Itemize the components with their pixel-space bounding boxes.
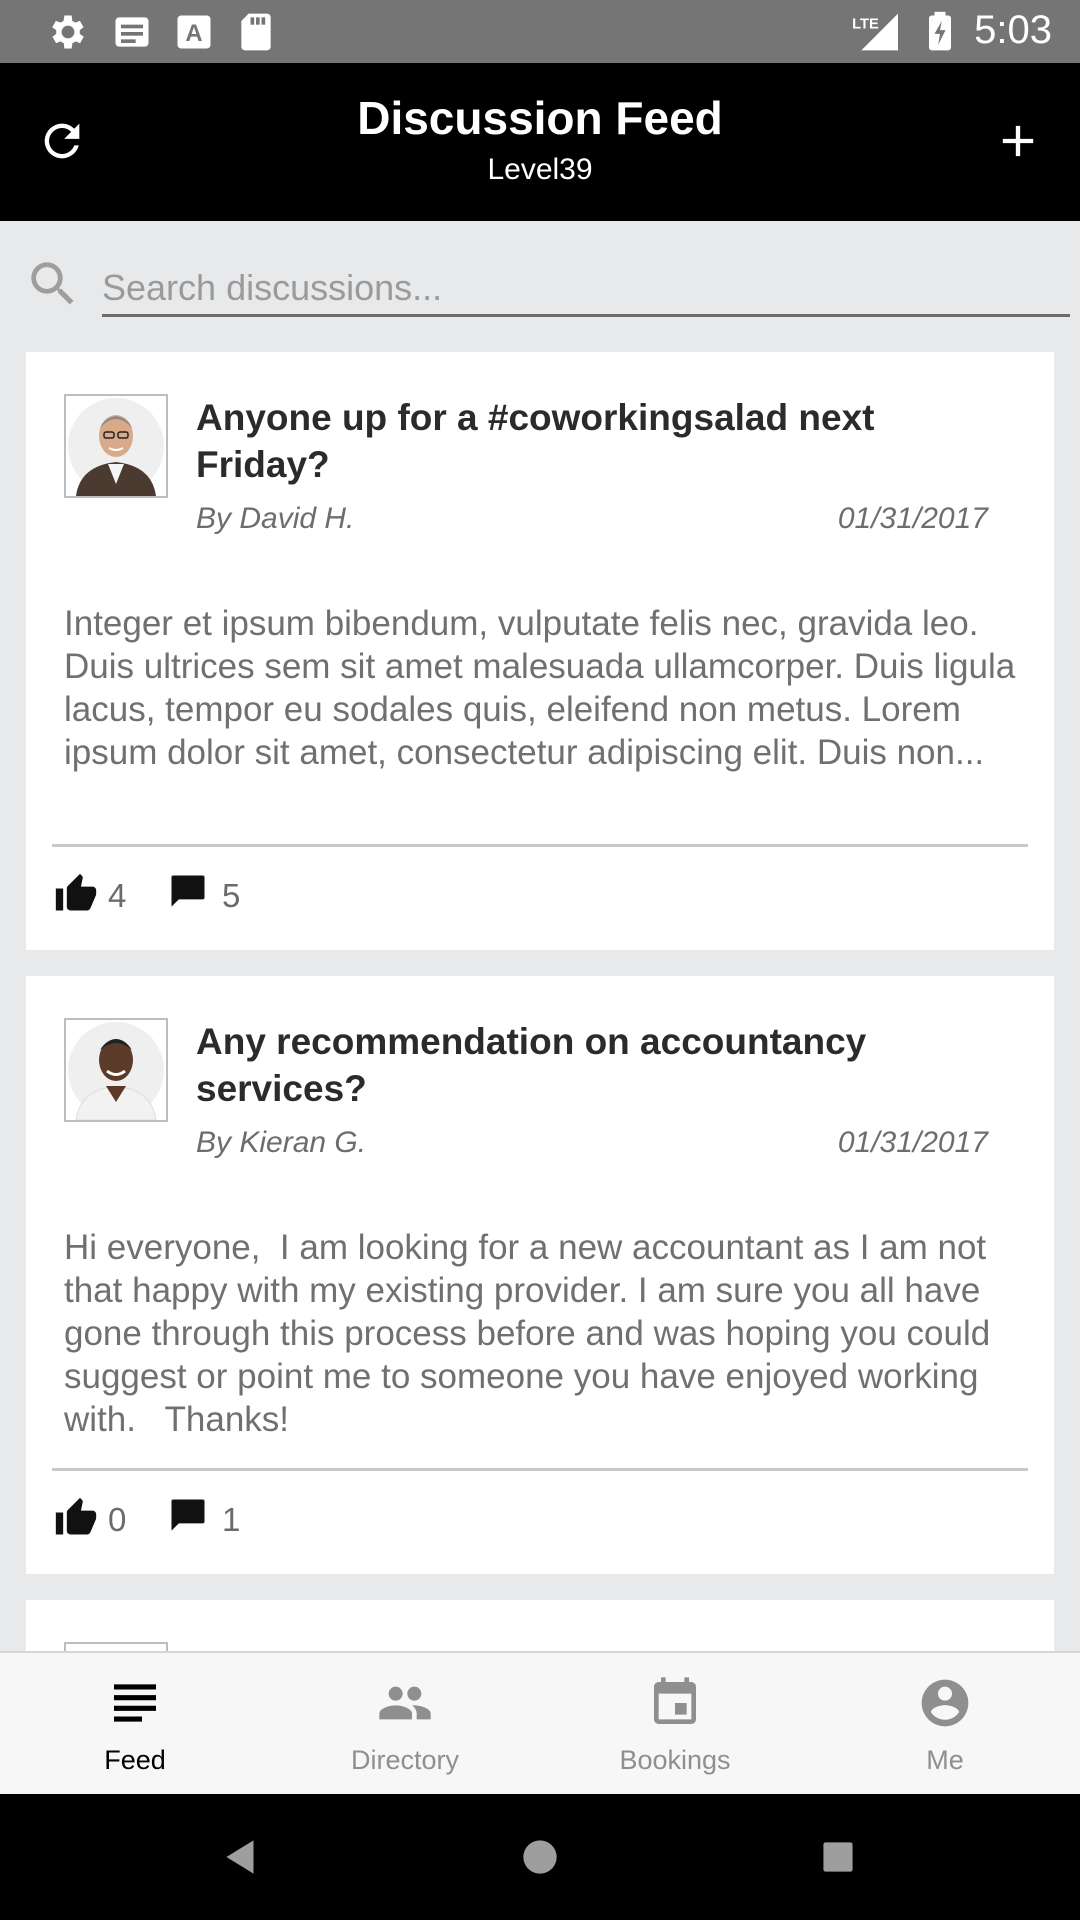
like-count: 0 — [108, 1501, 127, 1538]
svg-text:LTE: LTE — [852, 16, 879, 32]
page-subtitle: Level39 — [487, 153, 593, 186]
battery-charging-icon — [929, 11, 951, 51]
people-icon — [379, 1686, 431, 1720]
avatar[interactable] — [64, 394, 168, 498]
card-divider — [52, 844, 1028, 847]
search-input[interactable] — [102, 262, 1070, 317]
feed-icon — [114, 1684, 156, 1722]
nav-label: Directory — [350, 1745, 459, 1775]
avatar[interactable] — [64, 1018, 168, 1122]
post-title[interactable]: Anyone up for a #coworkingsalad next Fri… — [196, 394, 996, 488]
settings-icon — [52, 15, 84, 49]
post-date: 01/31/2017 — [837, 502, 988, 535]
post-card[interactable]: Any recommendation on accountancy servic… — [26, 976, 1054, 1574]
svg-text:A: A — [185, 20, 202, 47]
page-title: Discussion Feed — [357, 92, 723, 144]
account-icon — [921, 1679, 969, 1727]
post-author: By Kieran G. — [196, 1126, 367, 1159]
back-icon[interactable] — [216, 1832, 266, 1882]
comment-icon[interactable] — [166, 870, 210, 914]
bottom-nav: Feed Directory Bookings Me — [0, 1651, 1080, 1796]
nav-item-directory[interactable]: Directory — [270, 1653, 540, 1796]
nav-item-bookings[interactable]: Bookings — [540, 1653, 810, 1796]
status-bar: A LTE 5:03 — [0, 0, 1080, 63]
home-icon[interactable] — [515, 1832, 565, 1882]
search-icon — [31, 262, 74, 305]
app-bar: Discussion Feed Level39 — [0, 63, 1080, 221]
thumb-up-icon[interactable] — [54, 1496, 98, 1540]
nav-label: Feed — [104, 1745, 166, 1775]
card-divider — [52, 1468, 1028, 1471]
nav-item-me[interactable]: Me — [810, 1653, 1080, 1796]
text-a-icon: A — [177, 15, 211, 49]
sd-card-icon — [241, 13, 271, 51]
post-author: By David H. — [196, 502, 355, 535]
post-card[interactable]: Anyone up for a #coworkingsalad next Fri… — [26, 352, 1054, 950]
post-body: Hi everyone, I am looking for a new acco… — [64, 1228, 1000, 1439]
system-nav-bar — [0, 1794, 1080, 1920]
comment-count: 5 — [222, 877, 241, 914]
recents-icon[interactable] — [813, 1832, 863, 1882]
calendar-icon — [654, 1677, 696, 1724]
like-count: 4 — [108, 877, 127, 914]
post-body: Integer et ipsum bibendum, vulputate fel… — [64, 604, 1025, 772]
thumb-up-icon[interactable] — [54, 872, 98, 916]
add-icon[interactable] — [992, 115, 1044, 167]
news-icon — [115, 17, 149, 47]
lte-signal-icon: LTE — [852, 13, 898, 51]
status-time: 5:03 — [974, 8, 1052, 52]
nav-label: Me — [926, 1745, 964, 1775]
comment-count: 1 — [222, 1501, 241, 1538]
nav-item-feed[interactable]: Feed — [0, 1653, 270, 1796]
nav-label: Bookings — [619, 1745, 731, 1775]
post-title[interactable]: Any recommendation on accountancy servic… — [196, 1018, 996, 1112]
comment-icon[interactable] — [166, 1494, 210, 1538]
post-date: 01/31/2017 — [837, 1126, 988, 1159]
